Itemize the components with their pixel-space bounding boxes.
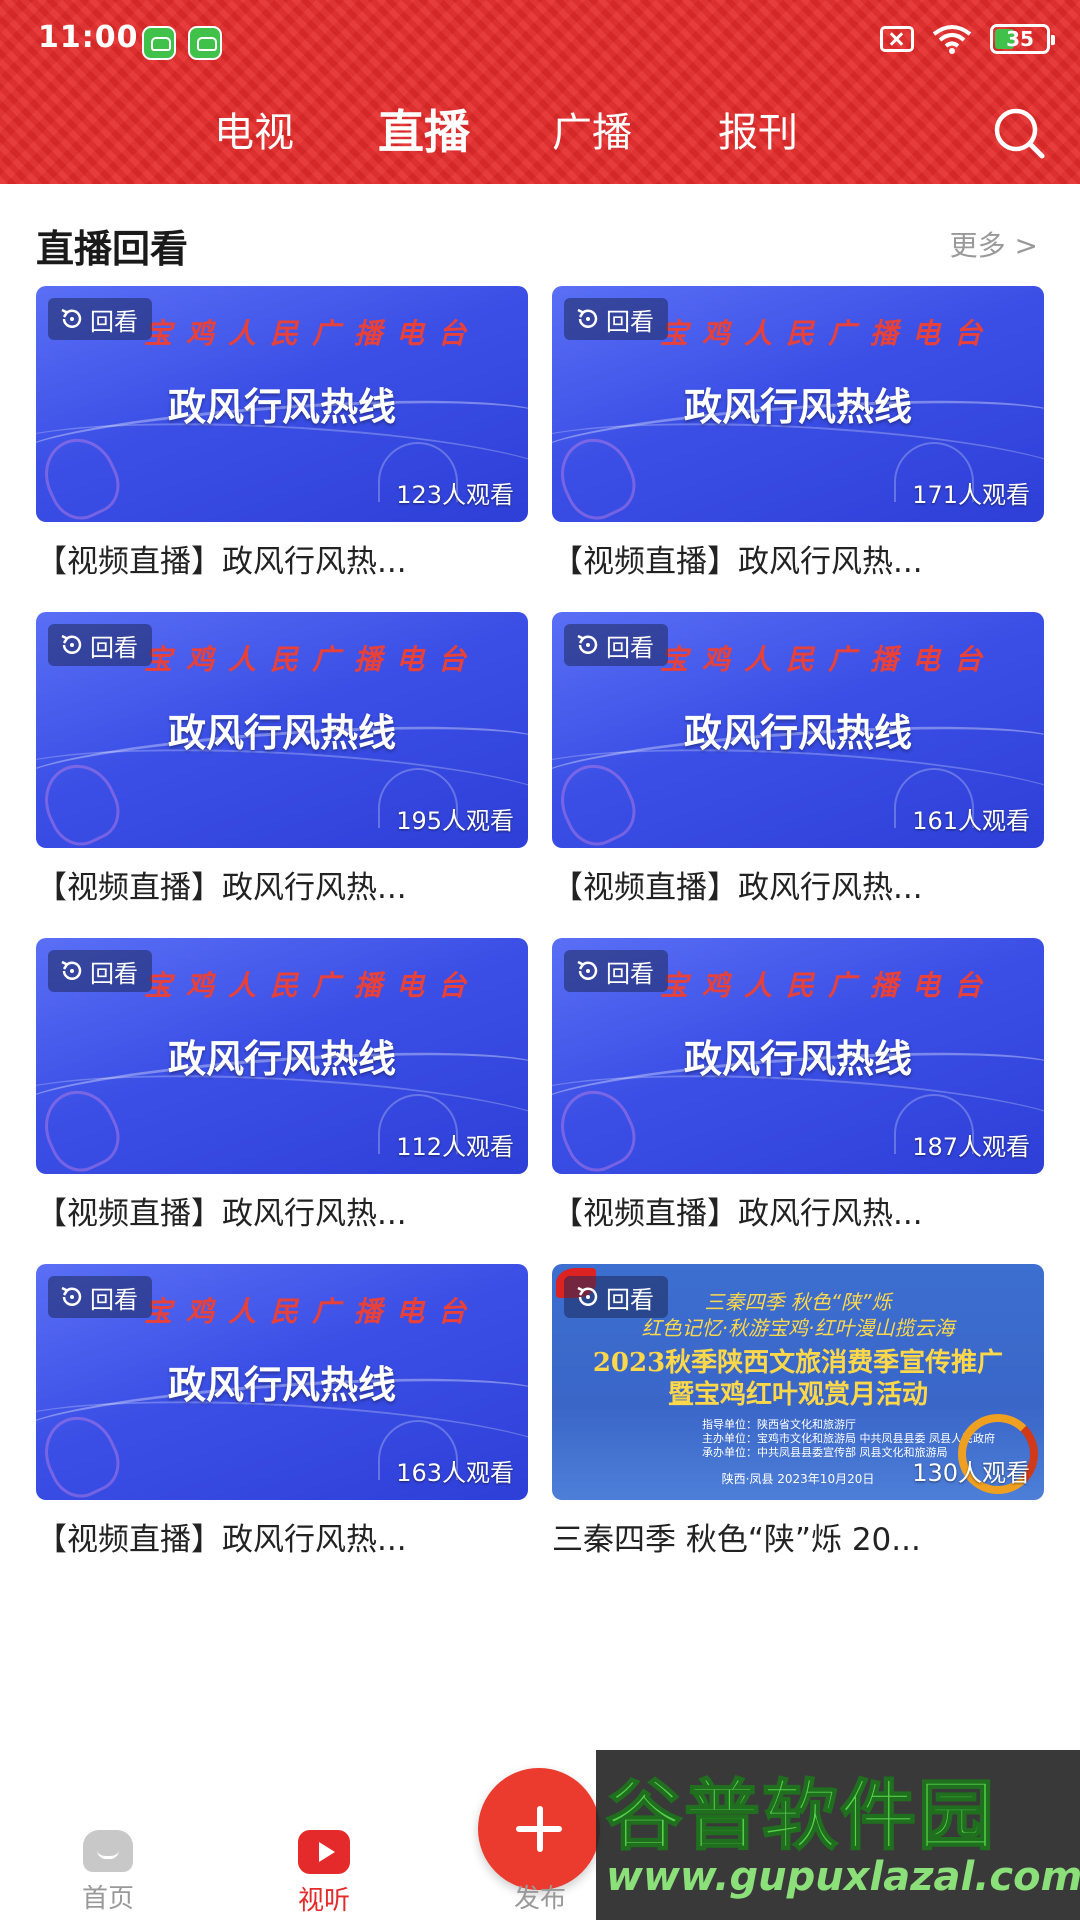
card-thumbnail: 宝鸡人民广播电台 政风行风热线 回看 171人观看 [552,286,1044,522]
android-notification-icon [188,26,222,60]
view-count: 161人观看 [912,807,1030,835]
replay-icon [61,634,82,654]
nav-home[interactable]: 首页 [38,1830,178,1915]
view-count: 123人观看 [396,481,514,509]
card-thumbnail: 宝鸡人民广播电台 政风行风热线 回看 163人观看 [36,1264,528,1500]
nav-publish[interactable]: 发布 [470,1830,610,1915]
watermark-text: 谷普软件园 [605,1770,996,1861]
replay-badge: 回看 [48,298,152,340]
card-title: 【视频直播】政风行风热... [552,544,923,580]
tab-newspaper[interactable]: 报刊 [718,100,798,158]
tab-live[interactable]: 直播 [378,96,470,162]
section-header: 直播回看 更多 > [0,184,1080,284]
replay-label: 回看 [606,633,654,662]
view-count: 112人观看 [396,1133,514,1161]
view-count: 187人观看 [912,1133,1030,1161]
watermark-overlay: 谷普软件园 www.gupuxlazal.com [596,1750,1080,1920]
thumbnail-headline: 政风行风热线 [167,1363,396,1407]
replay-badge: 回看 [564,950,668,992]
replay-card[interactable]: 宝鸡人民广播电台 政风行风热线 回看 171人观看 【视频直播】政风行风热... [552,286,1044,581]
replay-card[interactable]: 宝鸡人民广播电台 政风行风热线 回看 195人观看 【视频直播】政风行风热... [36,612,528,907]
thumbnail-headline: 政风行风热线 [683,711,912,755]
replay-label: 回看 [90,959,138,988]
status-bar: 11:00 35 [0,0,1080,84]
thumbnail-headline: 政风行风热线 [167,385,396,429]
nav-audiovisual-label: 视听 [297,1886,350,1916]
android-notification-icon [142,26,176,60]
nav-publish-label: 发布 [513,1884,566,1914]
poster-line-4: 暨宝鸡红叶观赏月活动 [667,1380,928,1410]
replay-icon [577,634,598,654]
card-title: 【视频直播】政风行风热... [552,1196,923,1232]
replay-icon [577,960,598,980]
section-title: 直播回看 [36,227,189,271]
play-icon [298,1830,350,1874]
replay-label: 回看 [90,633,138,662]
replay-icon [61,1286,82,1306]
watermark-url: www.gupuxlazal.com [606,1854,1080,1900]
card-title: 【视频直播】政风行风热... [36,544,407,580]
thumbnail-headline: 政风行风热线 [683,385,912,429]
card-thumbnail: 三秦四季 秋色“陕”烁 红色记忆·秋游宝鸡·红叶漫山揽云海 2023秋季陕西文旅… [552,1264,1044,1500]
battery-percent: 35 [1006,27,1034,51]
card-thumbnail: 宝鸡人民广播电台 政风行风热线 回看 161人观看 [552,612,1044,848]
card-title: 三秦四季 秋色“陕”烁 20... [552,1522,921,1558]
thumbnail-headline: 政风行风热线 [167,711,396,755]
replay-label: 回看 [606,959,654,988]
replay-label: 回看 [90,307,138,336]
card-thumbnail: 宝鸡人民广播电台 政风行风热线 回看 187人观看 [552,938,1044,1174]
wifi-icon [932,25,972,54]
poster-credit: 主办单位：宝鸡市文化和旅游局 中共凤县县委 凤县人民政府 [702,1432,995,1445]
replay-badge: 回看 [48,950,152,992]
card-title: 【视频直播】政风行风热... [36,1522,407,1558]
view-count: 195人观看 [396,807,514,835]
thumbnail-headline: 政风行风热线 [167,1037,396,1081]
top-tabs: 电视 直播 广播 报刊 [0,100,1080,170]
replay-card[interactable]: 三秦四季 秋色“陕”烁 红色记忆·秋游宝鸡·红叶漫山揽云海 2023秋季陕西文旅… [552,1264,1044,1559]
poster-credit: 指导单位：陕西省文化和旅游厅 [702,1418,856,1431]
card-title: 【视频直播】政风行风热... [36,870,407,906]
replay-icon [61,960,82,980]
tab-radio[interactable]: 广播 [552,100,632,158]
replay-badge: 回看 [48,1276,152,1318]
more-link[interactable]: 更多 > [950,224,1038,264]
card-thumbnail: 宝鸡人民广播电台 政风行风热线 回看 195人观看 [36,612,528,848]
header-bar: 11:00 35 电视 直播 广播 报刊 [0,0,1080,184]
replay-badge: 回看 [564,1276,668,1318]
no-sim-icon [880,26,914,52]
card-thumbnail: 宝鸡人民广播电台 政风行风热线 回看 123人观看 [36,286,528,522]
thumbnail-headline: 政风行风热线 [683,1037,912,1081]
replay-icon [61,308,82,328]
card-title: 【视频直播】政风行风热... [552,870,923,906]
card-thumbnail: 宝鸡人民广播电台 政风行风热线 回看 112人观看 [36,938,528,1174]
battery-icon: 35 [990,24,1055,54]
tab-tv[interactable]: 电视 [214,100,294,158]
replay-label: 回看 [606,1285,654,1314]
status-time: 11:00 [38,20,139,55]
status-icons: 35 [880,24,1055,54]
replay-icon [577,308,598,328]
home-icon [83,1830,133,1872]
replay-label: 回看 [90,1285,138,1314]
replay-badge: 回看 [564,624,668,666]
replay-card[interactable]: 宝鸡人民广播电台 政风行风热线 回看 112人观看 【视频直播】政风行风热... [36,938,528,1233]
nav-audiovisual[interactable]: 视听 [254,1830,394,1917]
nav-home-label: 首页 [81,1884,134,1914]
replay-card[interactable]: 宝鸡人民广播电台 政风行风热线 回看 187人观看 【视频直播】政风行风热... [552,938,1044,1233]
replay-label: 回看 [606,307,654,336]
replay-card[interactable]: 宝鸡人民广播电台 政风行风热线 回看 163人观看 【视频直播】政风行风热... [36,1264,528,1559]
replay-card[interactable]: 宝鸡人民广播电台 政风行风热线 回看 161人观看 【视频直播】政风行风热... [552,612,1044,907]
replay-badge: 回看 [564,298,668,340]
view-count: 171人观看 [912,481,1030,509]
replay-icon [577,1286,598,1306]
card-title: 【视频直播】政风行风热... [36,1196,407,1232]
view-count: 163人观看 [396,1459,514,1487]
view-count: 130人观看 [912,1459,1030,1487]
replay-badge: 回看 [48,624,152,666]
search-icon[interactable] [992,106,1046,160]
replay-card[interactable]: 宝鸡人民广播电台 政风行风热线 回看 123人观看 【视频直播】政风行风热... [36,286,528,581]
